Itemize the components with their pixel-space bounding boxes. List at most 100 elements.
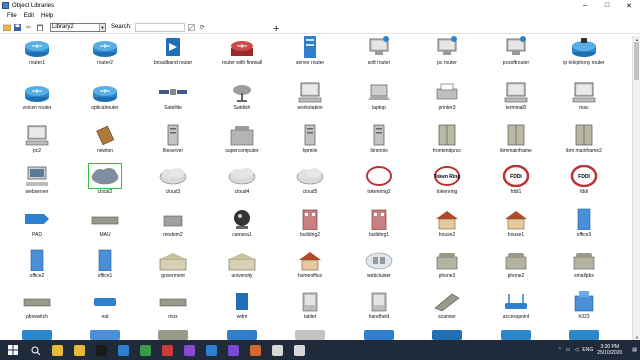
library-item-pbxswitch[interactable]: pbxswitch — [2, 290, 72, 320]
library-item-cloud2[interactable]: cloud2 — [70, 163, 140, 195]
library-item-office3[interactable]: office3 — [549, 208, 619, 238]
library-item-scanner[interactable]: scanner — [412, 290, 482, 320]
delete-button[interactable] — [35, 23, 44, 32]
library-item-terminal0[interactable]: terminal0 — [481, 81, 551, 111]
app-icon[interactable] — [290, 340, 308, 360]
library-item-pcsoftrouter[interactable]: pcsoftrouter — [481, 36, 551, 66]
library-item-homeoffice[interactable]: homeoffice — [275, 249, 345, 279]
clock[interactable]: 3:30 PM 25/10/2020 — [597, 344, 622, 356]
app-icon[interactable] — [268, 340, 286, 360]
library-item-building2[interactable]: building2 — [275, 208, 345, 238]
library-item-tokenring[interactable]: Token Ring tokenring — [412, 165, 482, 195]
library-item-ip-telephony-router[interactable]: ip telephony router — [549, 36, 619, 66]
library-item-newton[interactable]: newton — [70, 124, 140, 154]
scroll-thumb[interactable] — [634, 42, 639, 80]
refresh-button[interactable]: ⟳ — [198, 23, 207, 32]
app-icon[interactable] — [114, 340, 132, 360]
app-icon[interactable] — [158, 340, 176, 360]
library-item-laptop[interactable]: laptop — [344, 81, 414, 111]
chevron-up-icon[interactable]: ⌃ — [558, 347, 562, 353]
app-icon[interactable] — [202, 340, 220, 360]
network-icon[interactable]: ▭ — [566, 347, 571, 353]
library-item-mau[interactable]: MAU — [70, 208, 140, 238]
app-icon[interactable] — [180, 340, 198, 360]
search-icon[interactable] — [26, 340, 44, 360]
chevron-down-icon[interactable]: ▼ — [99, 23, 105, 31]
library-item-accesspoint[interactable]: accesspoint — [481, 290, 551, 320]
library-item-pc-router[interactable]: pc router — [412, 36, 482, 66]
library-item-pad[interactable]: PAD — [2, 208, 72, 238]
volume-icon[interactable]: ◁ — [575, 347, 579, 353]
library-item-house2[interactable]: house2 — [412, 208, 482, 238]
vertical-scrollbar[interactable]: ▲ ▼ — [632, 36, 640, 340]
notification-icon[interactable]: ▤ — [632, 347, 637, 353]
minimize-button[interactable]: – — [574, 0, 596, 11]
fileserver-icon[interactable] — [295, 330, 325, 340]
library-item-handheld[interactable]: handheld — [344, 290, 414, 320]
library-item-fileserver[interactable]: fileserver — [138, 124, 208, 154]
library-item-goverment[interactable]: goverment — [138, 249, 208, 279]
menu-file[interactable]: File — [7, 13, 17, 19]
router-icon[interactable] — [569, 330, 599, 340]
library-item-router1[interactable]: router1 — [2, 36, 72, 66]
library-item-fddi1[interactable]: FDDI fddi1 — [481, 165, 551, 195]
library-item-frontendproc[interactable]: frontendproc — [412, 124, 482, 154]
library-item-camera1[interactable]: camera1 — [207, 208, 277, 238]
library-item-cloud4[interactable]: cloud4 — [207, 165, 277, 195]
library-item-satdish[interactable]: Satdish — [207, 81, 277, 111]
app-icon[interactable] — [246, 340, 264, 360]
library-item-office1[interactable]: office1 — [70, 249, 140, 279]
router-icon[interactable] — [501, 330, 531, 340]
library-item-pc2[interactable]: pc2 — [2, 124, 72, 154]
library-item-webserver[interactable]: webserver — [2, 165, 72, 195]
library-item-workstation[interactable]: workstation — [275, 81, 345, 111]
terminal-icon[interactable] — [92, 340, 110, 360]
library-item-mac[interactable]: mac — [549, 81, 619, 111]
library-item-printer3[interactable]: printer3 — [412, 81, 482, 111]
library-item-fddi[interactable]: FDDI fddi — [549, 165, 619, 195]
library-item-modem2[interactable]: modem2 — [138, 208, 208, 238]
library-item-webcluster[interactable]: webcluster — [344, 249, 414, 279]
library-item-broadband-router[interactable]: broadband router — [138, 36, 208, 66]
mau-icon[interactable] — [158, 330, 188, 340]
cut-button[interactable]: ✂ — [24, 23, 33, 32]
library-item-wdm[interactable]: wdm — [207, 290, 277, 320]
library-item-phone2[interactable]: phone2 — [481, 249, 551, 279]
office-icon[interactable] — [90, 330, 120, 340]
library-item-house1[interactable]: house1 — [481, 208, 551, 238]
library-item-h323[interactable]: h323 — [549, 290, 619, 320]
library-item-university[interactable]: university — [207, 249, 277, 279]
chrome-icon[interactable] — [70, 340, 88, 360]
library-item-router2[interactable]: router2 — [70, 36, 140, 66]
viber-icon[interactable] — [224, 340, 242, 360]
wdm-icon[interactable] — [432, 330, 462, 340]
open-file-button[interactable] — [2, 23, 11, 32]
library-item-server-router[interactable]: server router — [275, 36, 345, 66]
library-item-smallpbx[interactable]: smallpbx — [549, 249, 619, 279]
library-item-tokenring2[interactable]: tokenring2 — [344, 165, 414, 195]
menu-help[interactable]: Help — [41, 13, 53, 19]
library-item-ibmmini[interactable]: ibmmini — [344, 124, 414, 154]
maximize-button[interactable]: □ — [596, 0, 618, 11]
library-item-soft-router[interactable]: soft router — [344, 36, 414, 66]
router-icon[interactable] — [22, 330, 52, 340]
language-indicator[interactable]: ENG — [582, 347, 593, 353]
library-item-office2[interactable]: office2 — [2, 249, 72, 279]
menu-edit[interactable]: Edit — [24, 13, 34, 19]
library-item-hpmini[interactable]: hpmini — [275, 124, 345, 154]
app-icon[interactable] — [136, 340, 154, 360]
library-item-ibm-mainframe2[interactable]: ibm mainframe2 — [549, 124, 619, 154]
library-item-supercomputer[interactable]: supercomputer — [207, 124, 277, 154]
library-item-cloud5[interactable]: cloud5 — [275, 165, 345, 195]
library-item-tablet[interactable]: tablet — [275, 290, 345, 320]
access-point-icon[interactable] — [227, 330, 257, 340]
save-button[interactable] — [13, 23, 22, 32]
clear-search-button[interactable] — [187, 23, 196, 32]
start-icon[interactable] — [4, 340, 22, 360]
close-button[interactable]: ✕ — [618, 0, 640, 11]
library-item-router-with-firewall[interactable]: router with firewall — [207, 36, 277, 66]
nat-icon[interactable] — [364, 330, 394, 340]
library-select[interactable]: Library2 ▼ — [50, 22, 106, 32]
search-input[interactable] — [134, 22, 185, 32]
library-item-opticalrouter[interactable]: opticalrouter — [70, 81, 140, 111]
